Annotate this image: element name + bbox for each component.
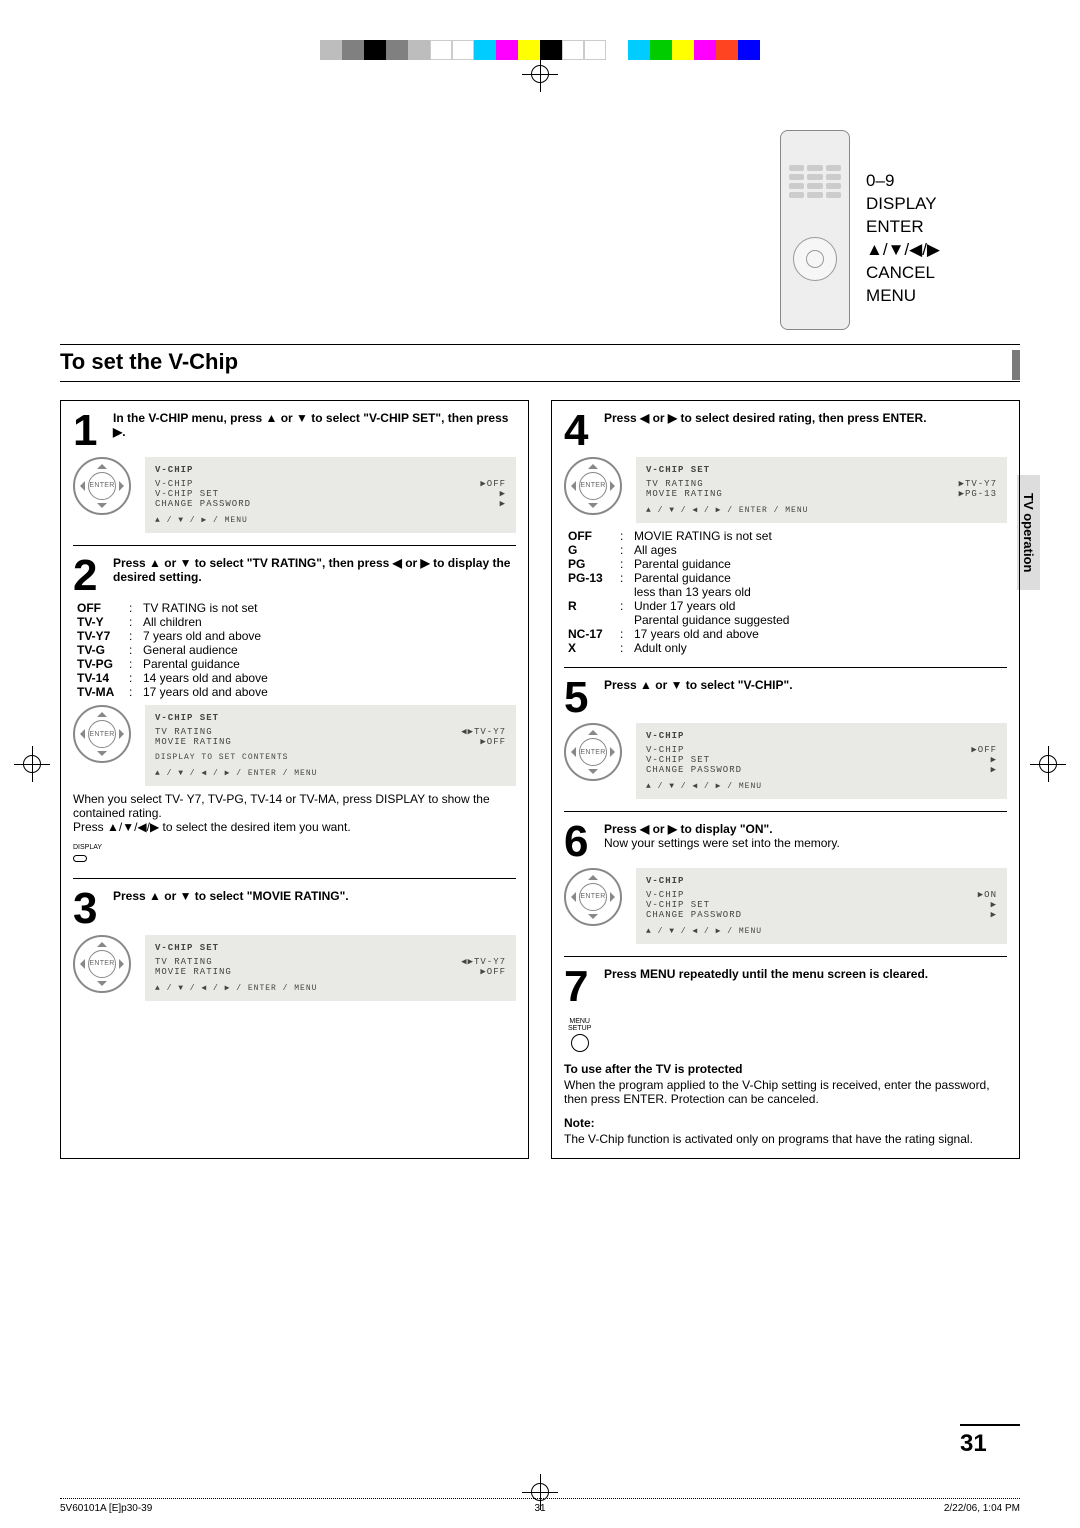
note-body: The V-Chip function is activated only on… — [564, 1132, 1007, 1146]
osd-vchip-menu-5: V-CHIP V-CHIP▶OFF V-CHIP SET▶ CHANGE PAS… — [636, 723, 1007, 799]
page-number: 31 — [960, 1424, 1020, 1458]
osd-vchip-menu-on: V-CHIP V-CHIP▶ON V-CHIP SET▶ CHANGE PASS… — [636, 868, 1007, 944]
step2-note1: When you select TV- Y7, TV-PG, TV-14 or … — [73, 792, 516, 820]
section-title: To set the V-Chip — [60, 345, 238, 379]
dpad-icon: ENTER — [73, 935, 131, 993]
steps-right-column: 4 Press ◀ or ▶ to select desired rating,… — [551, 400, 1020, 1159]
display-button-icon-shape — [73, 855, 87, 862]
footer-page: 31 — [534, 1503, 545, 1514]
dpad-icon: ENTER — [564, 723, 622, 781]
after-protected-body: When the program applied to the V-Chip s… — [564, 1078, 1007, 1106]
step-number: 1 — [73, 411, 103, 451]
after-protected-heading: To use after the TV is protected — [564, 1062, 1007, 1076]
footer-right: 2/22/06, 1:04 PM — [944, 1503, 1020, 1514]
print-footer: 5V60101A [E]p30-39 31 2/22/06, 1:04 PM — [60, 1498, 1020, 1514]
menu-setup-button-icon: MENU SETUP — [568, 1018, 591, 1052]
tv-rating-definitions: OFF:TV RATING is not setTV-Y:All childre… — [77, 601, 516, 699]
side-tab-tv-operation: TV operation — [1017, 475, 1040, 590]
osd-vchip-set-tv: V-CHIP SET TV RATING◀▶TV-Y7 MOVIE RATING… — [145, 705, 516, 786]
registration-mark-icon — [522, 56, 558, 92]
note-heading: Note: — [564, 1116, 1007, 1130]
section-header: To set the V-Chip — [60, 344, 1020, 382]
movie-rating-definitions: OFF:MOVIE RATING is not setG:All agesPG:… — [568, 529, 1007, 655]
dpad-icon: ENTER — [73, 705, 131, 763]
osd-vchip-menu: V-CHIP V-CHIP▶OFF V-CHIP SET▶ CHANGE PAS… — [145, 457, 516, 533]
display-button-icon: DISPLAY — [73, 844, 102, 851]
step2-note2: Press ▲/▼/◀/▶ to select the desired item… — [73, 820, 516, 834]
osd-vchip-set-movie: V-CHIP SET TV RATING◀▶TV-Y7 MOVIE RATING… — [145, 935, 516, 1001]
step-number: 7 — [564, 967, 594, 1007]
remote-button-callouts: 0–9 DISPLAY ENTER ▲/▼/◀/▶ CANCEL MENU — [866, 130, 940, 330]
dpad-icon: ENTER — [564, 457, 622, 515]
osd-vchip-set-both: V-CHIP SET TV RATING▶TV-Y7 MOVIE RATING▶… — [636, 457, 1007, 523]
remote-illustration — [780, 130, 850, 330]
step-number: 2 — [73, 556, 103, 596]
step-number: 6 — [564, 822, 594, 862]
footer-left: 5V60101A [E]p30-39 — [60, 1503, 152, 1514]
registration-mark-icon — [14, 746, 50, 782]
dpad-icon: ENTER — [564, 868, 622, 926]
step-number: 5 — [564, 678, 594, 718]
steps-left-column: 1 In the V-CHIP menu, press ▲ or ▼ to se… — [60, 400, 529, 1159]
dpad-icon: ENTER — [73, 457, 131, 515]
step-number: 3 — [73, 889, 103, 929]
step-number: 4 — [564, 411, 594, 451]
registration-mark-icon — [1030, 746, 1066, 782]
